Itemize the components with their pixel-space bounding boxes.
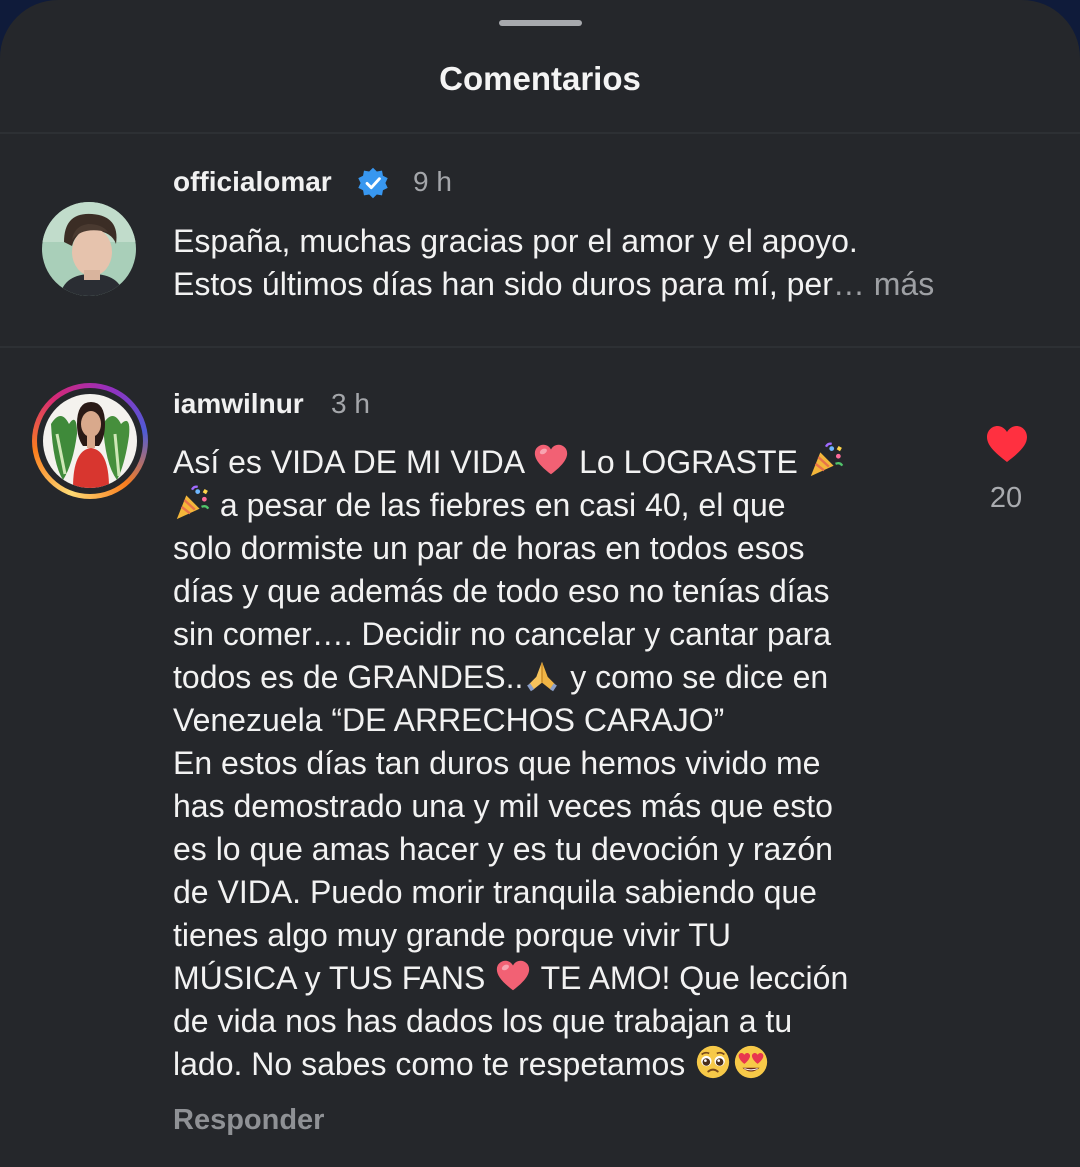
comment-line: a pesar de las fiebres en casi 40, el qu… bbox=[173, 484, 848, 527]
comment-time: 3 h bbox=[331, 388, 370, 419]
verified-badge-icon bbox=[358, 167, 388, 199]
comment-line-text: y como se dice en bbox=[561, 659, 829, 695]
party-popper-emoji bbox=[807, 441, 845, 479]
avatar-photo bbox=[42, 202, 136, 296]
heart-emoji bbox=[532, 441, 570, 479]
more-link[interactable]: más bbox=[874, 266, 934, 302]
drag-handle[interactable] bbox=[499, 20, 582, 26]
comment-line: sin comer…. Decidir no cancelar y cantar… bbox=[173, 616, 832, 652]
like-count: 20 bbox=[989, 482, 1023, 514]
comment-line-text: Así es VIDA DE MI VIDA bbox=[173, 444, 533, 480]
heart-emoji bbox=[494, 957, 532, 995]
comment-username[interactable]: officialomar bbox=[173, 166, 332, 198]
header-divider bbox=[0, 132, 1080, 134]
folded-hands-emoji bbox=[523, 656, 561, 694]
comment-divider bbox=[0, 346, 1080, 348]
comment-line: de vida nos has dados los que trabajan a… bbox=[173, 1003, 793, 1039]
sheet-title: Comentarios bbox=[439, 60, 641, 97]
comment-line-text: Lo LOGRASTE bbox=[570, 444, 807, 480]
story-ring[interactable] bbox=[32, 383, 148, 499]
avatar-photo bbox=[43, 394, 137, 488]
pleading-face-emoji bbox=[694, 1043, 732, 1081]
comment-line-text: todos es de GRANDES.. bbox=[173, 659, 524, 695]
comment-username[interactable]: iamwilnur bbox=[173, 388, 304, 420]
comment-line: Así es VIDA DE MI VIDA Lo LOGRASTE bbox=[173, 441, 848, 484]
comment-line: lado. No sabes como te respetamos bbox=[173, 1043, 848, 1086]
comment-line: tienes algo muy grande porque vivir TU bbox=[173, 917, 731, 953]
comment-line: Estos últimos días han sido duros para m… bbox=[173, 263, 934, 306]
comments-sheet: Comentarios officialomar 9 h España, muc… bbox=[0, 0, 1080, 1167]
party-popper-emoji bbox=[173, 484, 211, 522]
heart-eyes-emoji bbox=[732, 1043, 770, 1081]
comment-line-text: Estos últimos días han sido duros para m… bbox=[173, 266, 833, 302]
comment-line: Venezuela “DE ARRECHOS CARAJO” bbox=[173, 702, 725, 738]
comment-line-text: a pesar de las fiebres en casi 40, el qu… bbox=[211, 487, 786, 523]
like-heart-icon[interactable] bbox=[985, 424, 1029, 464]
comment-line: MÚSICA y TUS FANS TE AMO! Que lección bbox=[173, 957, 848, 1000]
comment-text: Así es VIDA DE MI VIDA Lo LOGRASTE a pes… bbox=[173, 441, 848, 1086]
comment-time: 9 h bbox=[413, 166, 452, 197]
comment-line: En estos días tan duros que hemos vivido… bbox=[173, 745, 821, 781]
comment-line: has demostrado una y mil veces más que e… bbox=[173, 788, 833, 824]
avatar bbox=[43, 394, 137, 488]
reply-button[interactable]: Responder bbox=[173, 1104, 324, 1137]
ellipsis: … bbox=[832, 266, 865, 302]
comment-line: todos es de GRANDES.. y como se dice en bbox=[173, 656, 848, 699]
comment-line: días y que además de todo eso no tenías … bbox=[173, 573, 830, 609]
avatar[interactable] bbox=[42, 202, 136, 296]
comment-line-text: lado. No sabes como te respetamos bbox=[173, 1046, 695, 1082]
comment-line: España, muchas gracias por el amor y el … bbox=[173, 223, 858, 259]
comment-text: España, muchas gracias por el amor y el … bbox=[173, 220, 934, 306]
comment-line-text: MÚSICA y TUS FANS bbox=[173, 960, 495, 996]
comment-line: solo dormiste un par de horas en todos e… bbox=[173, 530, 805, 566]
comment-line: de VIDA. Puedo morir tranquila sabiendo … bbox=[173, 874, 817, 910]
comment-line-text: TE AMO! Que lección bbox=[532, 960, 849, 996]
comment-line: es lo que amas hacer y es tu devoción y … bbox=[173, 831, 833, 867]
